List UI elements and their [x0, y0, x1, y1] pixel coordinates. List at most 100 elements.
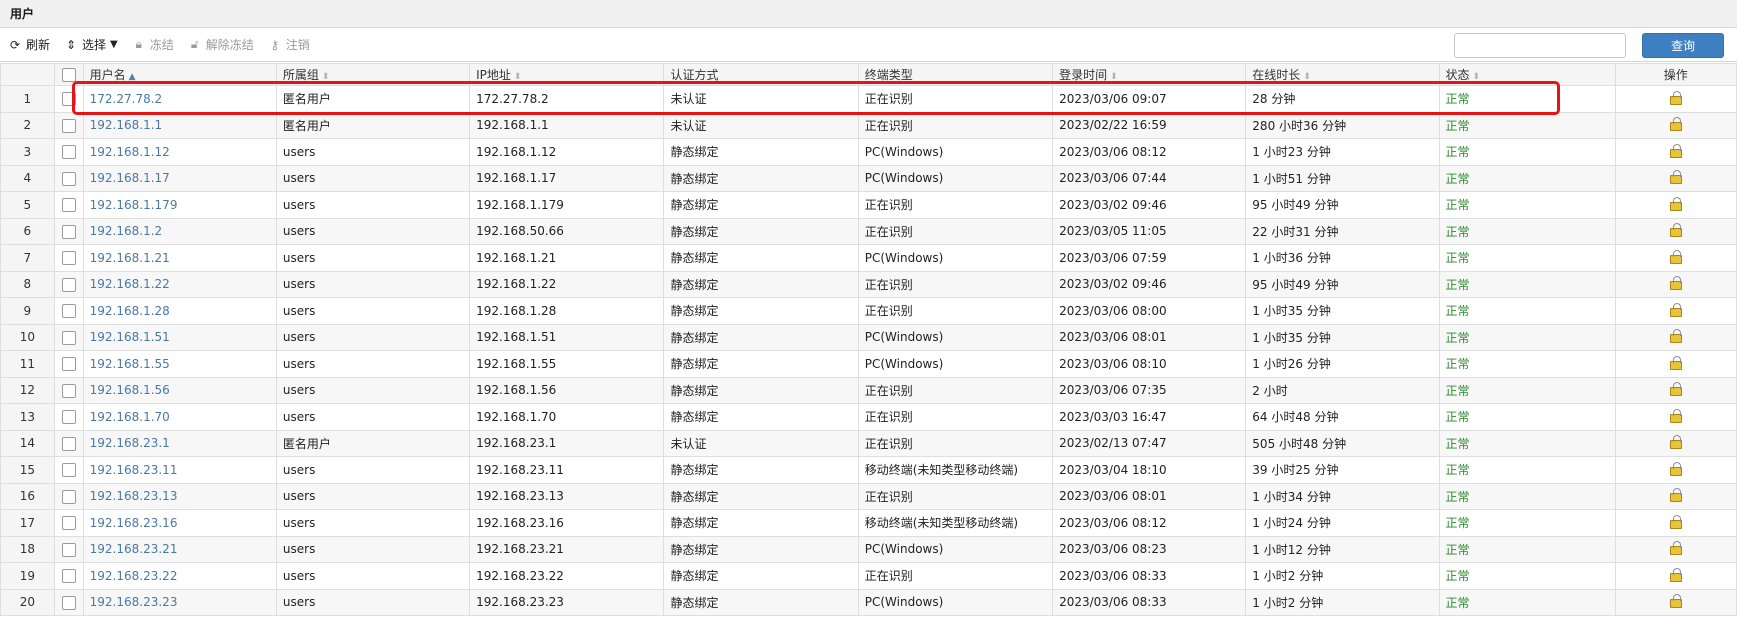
row-checkbox[interactable] [53, 297, 84, 325]
table-row[interactable]: 5 192.168.1.179 users 192.168.1.179 静态绑定 正在识别… [0, 191, 1737, 219]
lock-icon[interactable] [1669, 223, 1682, 238]
row-checkbox[interactable] [53, 191, 84, 219]
refresh-button[interactable]: ⟳ 刷新 [8, 36, 50, 53]
username-link[interactable]: 192.168.1.21 [90, 251, 170, 265]
table-row[interactable]: 12 192.168.1.56 users 192.168.1.56 静态绑定 正在识别 2… [0, 376, 1737, 404]
username-link[interactable]: 192.168.23.23 [90, 595, 178, 609]
row-checkbox[interactable] [53, 429, 84, 457]
row-checkbox[interactable] [53, 403, 84, 431]
lock-icon[interactable] [1669, 594, 1682, 609]
lock-icon[interactable] [1669, 435, 1682, 450]
table-row[interactable]: 4 192.168.1.17 users 192.168.1.17 静态绑定 PC(Win… [0, 164, 1737, 192]
username-link[interactable]: 192.168.1.1 [90, 118, 163, 132]
row-checkbox[interactable] [53, 509, 84, 537]
table-row[interactable]: 7 192.168.1.21 users 192.168.1.21 静态绑定 PC(Win… [0, 244, 1737, 272]
col-ip[interactable]: IP地址 ⬍ [469, 63, 665, 86]
username-link[interactable]: 192.168.1.17 [90, 171, 170, 185]
logout-button[interactable]: ⚷ 注销 [268, 36, 309, 53]
username-link[interactable]: 192.168.1.22 [90, 277, 170, 291]
lock-icon[interactable] [1669, 567, 1682, 582]
table-row[interactable]: 11 192.168.1.55 users 192.168.1.55 静态绑定 PC(Wi… [0, 350, 1737, 378]
username-link[interactable]: 192.168.1.55 [90, 357, 170, 371]
lock-icon[interactable] [1669, 408, 1682, 423]
row-checkbox[interactable] [53, 111, 84, 139]
table-row[interactable]: 15 192.168.23.11 users 192.168.23.11 静态绑定 移动终… [0, 456, 1737, 484]
row-number: 17 [0, 509, 55, 537]
table-row[interactable]: 1 172.27.78.2 匿名用户 172.27.78.2 未认证 正在识别 2023/0… [0, 85, 1737, 113]
username-link[interactable]: 172.27.78.2 [90, 92, 163, 106]
row-checkbox[interactable] [53, 482, 84, 510]
row-number: 20 [0, 588, 55, 616]
cell-login-time: 2023/03/06 08:23 [1052, 535, 1247, 563]
row-checkbox[interactable] [53, 376, 84, 404]
username-link[interactable]: 192.168.23.21 [90, 542, 178, 556]
col-status[interactable]: 状态 ⬍ [1438, 63, 1616, 86]
lock-icon[interactable] [1669, 302, 1682, 317]
table-row[interactable]: 10 192.168.1.51 users 192.168.1.51 静态绑定 PC(Wi… [0, 323, 1737, 351]
lock-icon[interactable] [1669, 461, 1682, 476]
table-row[interactable]: 13 192.168.1.70 users 192.168.1.70 静态绑定 正在识别 2… [0, 403, 1737, 431]
lock-icon[interactable] [1669, 329, 1682, 344]
username-link[interactable]: 192.168.1.51 [90, 330, 170, 344]
lock-icon[interactable] [1669, 355, 1682, 370]
table-row[interactable]: 6 192.168.1.2 users 192.168.50.66 静态绑定 正在识别 20… [0, 217, 1737, 245]
row-checkbox[interactable] [53, 588, 84, 616]
freeze-button[interactable]: 🔒︎ 冻结 [132, 36, 174, 53]
table-row[interactable]: 17 192.168.23.16 users 192.168.23.16 静态绑定 移动终… [0, 509, 1737, 537]
username-link[interactable]: 192.168.1.28 [90, 304, 170, 318]
table-row[interactable]: 14 192.168.23.1 匿名用户 192.168.23.1 未认证 正在识别 202… [0, 429, 1737, 457]
select-all-checkbox[interactable] [53, 63, 84, 86]
row-checkbox[interactable] [53, 244, 84, 272]
col-login-time[interactable]: 登录时间 ⬍ [1052, 63, 1247, 86]
username-link[interactable]: 192.168.1.12 [90, 145, 170, 159]
username-link[interactable]: 192.168.23.11 [90, 463, 178, 477]
row-number: 6 [0, 217, 55, 245]
row-checkbox[interactable] [53, 138, 84, 166]
lock-icon[interactable] [1669, 249, 1682, 264]
table-row[interactable]: 2 192.168.1.1 匿名用户 192.168.1.1 未认证 正在识别 2023/0… [0, 111, 1737, 139]
lock-icon[interactable] [1669, 196, 1682, 211]
row-checkbox[interactable] [53, 85, 84, 113]
username-link[interactable]: 192.168.23.1 [90, 436, 170, 450]
username-link[interactable]: 192.168.1.179 [90, 198, 178, 212]
row-checkbox[interactable] [53, 456, 84, 484]
lock-icon[interactable] [1669, 170, 1682, 185]
lock-icon[interactable] [1669, 276, 1682, 291]
username-link[interactable]: 192.168.23.13 [90, 489, 178, 503]
search-input[interactable] [1454, 33, 1626, 58]
row-checkbox[interactable] [53, 217, 84, 245]
row-checkbox[interactable] [53, 323, 84, 351]
lock-icon[interactable] [1669, 382, 1682, 397]
username-link[interactable]: 192.168.1.2 [90, 224, 163, 238]
table-row[interactable]: 9 192.168.1.28 users 192.168.1.28 静态绑定 正在识别 20… [0, 297, 1737, 325]
table-row[interactable]: 8 192.168.1.22 users 192.168.1.22 静态绑定 正在识别 20… [0, 270, 1737, 298]
row-checkbox[interactable] [53, 562, 84, 590]
table-row[interactable]: 20 192.168.23.23 users 192.168.23.23 静态绑定 PC(… [0, 588, 1737, 616]
checkbox-icon [61, 171, 76, 186]
table-row[interactable]: 3 192.168.1.12 users 192.168.1.12 静态绑定 PC(Win… [0, 138, 1737, 166]
lock-icon[interactable] [1669, 90, 1682, 105]
lock-icon[interactable] [1669, 514, 1682, 529]
username-link[interactable]: 192.168.23.16 [90, 516, 178, 530]
lock-icon[interactable] [1669, 117, 1682, 132]
username-link[interactable]: 192.168.23.22 [90, 569, 178, 583]
username-link[interactable]: 192.168.1.56 [90, 383, 170, 397]
select-dropdown-button[interactable]: ⇕ 选择 ▼ [64, 36, 118, 53]
table-row[interactable]: 16 192.168.23.13 users 192.168.23.13 静态绑定 正在识… [0, 482, 1737, 510]
col-username[interactable]: 用户名 ▲ [82, 63, 277, 86]
lock-icon[interactable] [1669, 143, 1682, 158]
lock-icon[interactable] [1669, 488, 1682, 503]
unfreeze-button[interactable]: 🔓︎ 解除冻结 [188, 36, 254, 53]
col-group[interactable]: 所属组 ⬍ [275, 63, 471, 86]
cell-auth: 静态绑定 [663, 244, 859, 272]
col-online[interactable]: 在线时长 ⬍ [1245, 63, 1440, 86]
query-button[interactable]: 查询 [1642, 33, 1724, 58]
table-row[interactable]: 19 192.168.23.22 users 192.168.23.22 静态绑定 正在识… [0, 562, 1737, 590]
lock-icon[interactable] [1669, 541, 1682, 556]
row-checkbox[interactable] [53, 270, 84, 298]
row-checkbox[interactable] [53, 350, 84, 378]
username-link[interactable]: 192.168.1.70 [90, 410, 170, 424]
table-row[interactable]: 18 192.168.23.21 users 192.168.23.21 静态绑定 PC(… [0, 535, 1737, 563]
row-checkbox[interactable] [53, 535, 84, 563]
row-checkbox[interactable] [53, 164, 84, 192]
